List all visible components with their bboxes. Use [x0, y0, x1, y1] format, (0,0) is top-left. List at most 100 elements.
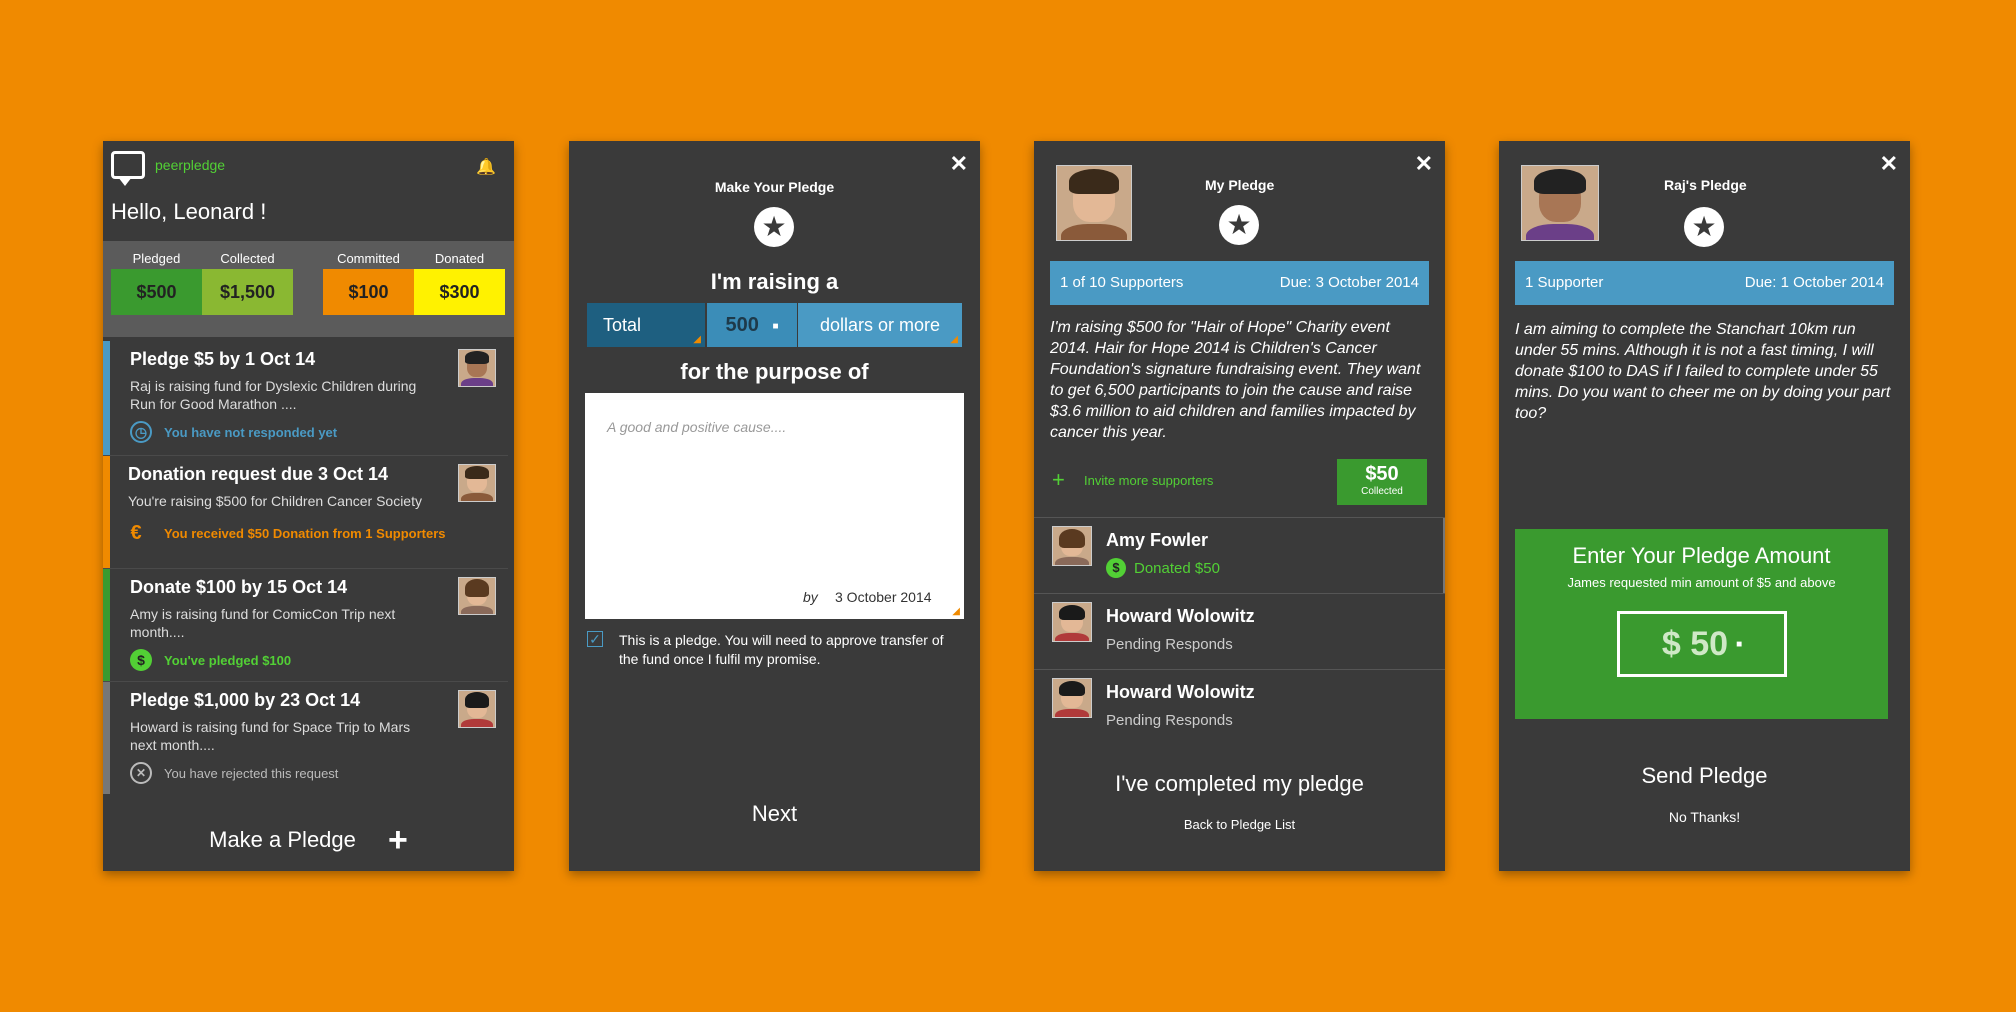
scrollbar[interactable] — [1443, 518, 1445, 594]
star-icon: ★ — [1684, 207, 1724, 247]
card-description: Amy is raising fund for ComicCon Trip ne… — [130, 606, 396, 640]
supporter-name: Howard Wolowitz — [1106, 682, 1255, 702]
greeting: Hello, Leonard ! — [111, 199, 267, 224]
add-icon[interactable]: + — [1052, 467, 1065, 493]
howard-avatar — [458, 690, 496, 728]
card-status: You have not responded yet — [164, 425, 338, 440]
stat-committed[interactable]: $100 — [323, 269, 414, 315]
send-pledge-button[interactable]: Send Pledge — [1499, 763, 1910, 789]
leonard-avatar — [458, 464, 496, 502]
chat-logo-icon — [111, 151, 145, 186]
dropdown-corner-icon: ◢ — [950, 334, 958, 345]
donate-card[interactable]: Donate $100 by 15 Oct 14 Amy is raising … — [103, 569, 508, 682]
min-amount-note: James requested min amount of $5 and abo… — [1567, 575, 1836, 590]
type-select[interactable]: Total ◢ — [587, 303, 705, 347]
raj-photo — [1521, 165, 1599, 241]
invite-link[interactable]: Invite more supporters — [1084, 473, 1213, 488]
screen-title: Raj's Pledge — [1664, 177, 1747, 193]
card-accent — [103, 456, 110, 568]
supporters-count: 1 of 10 Supporters — [1060, 274, 1184, 291]
enter-amount-title: Enter Your Pledge Amount — [1572, 543, 1831, 568]
raj-pledge-screen: ✕ Raj's Pledge ★ 1 Supporter Due: 1 Octo… — [1499, 141, 1910, 871]
purpose-textarea[interactable]: A good and positive cause.... by 3 Octob… — [585, 393, 964, 619]
amount-input[interactable]: 500 ■ — [707, 303, 797, 347]
supporter-status: Pending Responds — [1106, 636, 1233, 653]
bell-icon[interactable]: 🔔 — [476, 157, 496, 177]
card-title: Pledge $5 by 1 Oct 14 — [130, 349, 316, 369]
purpose-heading: for the purpose of — [680, 359, 869, 384]
close-icon[interactable]: ✕ — [1880, 151, 1898, 177]
pledge-amount-panel: Enter Your Pledge Amount James requested… — [1515, 529, 1888, 719]
supporter-status: Pending Responds — [1106, 712, 1233, 729]
completed-pledge-button[interactable]: I've completed my pledge — [1034, 771, 1445, 797]
plus-icon: + — [388, 821, 408, 859]
card-accent — [103, 569, 110, 681]
pledge-description: I'm raising $500 for "Hair of Hope" Char… — [1050, 319, 1421, 441]
my-pledge-screen: ✕ My Pledge ★ 1 of 10 Supporters Due: 3 … — [1034, 141, 1445, 871]
stat-donated[interactable]: $300 — [414, 269, 505, 315]
clock-icon: ◷ — [130, 421, 152, 443]
raising-heading: I'm raising a — [710, 269, 839, 294]
amount-value: 500 — [725, 314, 759, 336]
dropdown-corner-icon: ◢ — [952, 606, 960, 617]
supporter-row[interactable]: Howard Wolowitz Pending Responds — [1034, 593, 1445, 670]
supporter-row[interactable]: Amy Fowler $ Donated $50 — [1034, 517, 1445, 594]
pledge-amount-input[interactable]: $ 50 ■ — [1617, 611, 1787, 677]
stats-panel: Pledged Collected Committed Donated $500… — [103, 241, 514, 337]
donation-request-card[interactable]: Donation request due 3 Oct 14 You're rai… — [103, 456, 508, 569]
reject-icon: ✕ — [130, 762, 152, 784]
card-description: Raj is raising fund for Dyslexic Childre… — [130, 378, 417, 412]
collected-amount: $50 — [1365, 463, 1399, 485]
supporters-count: 1 Supporter — [1525, 274, 1604, 291]
card-description: Howard is raising fund for Space Trip to… — [130, 719, 411, 753]
screen-title: Make Your Pledge — [714, 179, 835, 195]
by-label: by — [803, 589, 818, 605]
close-icon[interactable]: ✕ — [950, 151, 968, 177]
stat-pledged[interactable]: $500 — [111, 269, 202, 315]
amy-avatar — [1052, 526, 1092, 566]
dropdown-corner-icon: ◢ — [693, 334, 701, 345]
pledge-card[interactable]: Pledge $1,000 by 23 Oct 14 Howard is rai… — [103, 682, 508, 794]
stat-label-donated: Donated — [434, 251, 485, 266]
date-select[interactable]: 3 October 2014 — [835, 589, 932, 605]
stat-collected[interactable]: $1,500 — [202, 269, 293, 315]
card-status: You've pledged $100 — [164, 653, 292, 668]
due-date: Due: 3 October 2014 — [1279, 274, 1419, 291]
next-button[interactable]: Next — [569, 801, 980, 827]
purpose-placeholder: A good and positive cause.... — [607, 419, 787, 435]
supporter-row[interactable]: Howard Wolowitz Pending Responds — [1034, 669, 1445, 746]
make-pledge-screen: ✕ Make Your Pledge ★ I'm raising a Total… — [569, 141, 980, 871]
back-to-list-link[interactable]: Back to Pledge List — [1034, 817, 1445, 832]
card-title: Donation request due 3 Oct 14 — [128, 464, 389, 484]
app-name: peerpledge — [155, 157, 226, 173]
star-icon: ★ — [1219, 205, 1259, 245]
supporter-name: Howard Wolowitz — [1106, 606, 1255, 626]
make-pledge-label: Make a Pledge — [209, 827, 356, 852]
dollar-icon: $ — [130, 649, 152, 671]
star-icon: ★ — [754, 207, 794, 247]
pledge-description: I am aiming to complete the Stanchart 10… — [1515, 321, 1891, 422]
pledge-card[interactable]: Pledge $5 by 1 Oct 14 Raj is raising fun… — [103, 341, 508, 456]
collected-label: Collected — [1361, 486, 1403, 497]
stat-label-pledged: Pledged — [132, 251, 181, 266]
no-thanks-link[interactable]: No Thanks! — [1499, 809, 1910, 825]
pledge-list-screen: peerpledge 🔔 Hello, Leonard ! Pledged Co… — [103, 141, 514, 871]
date-value: 3 October 2014 — [835, 589, 932, 605]
howard-avatar — [1052, 678, 1092, 718]
howard-avatar — [1052, 602, 1092, 642]
amy-avatar — [458, 577, 496, 615]
cursor-icon: ■ — [1736, 639, 1743, 650]
pledge-info-bar: 1 of 10 Supporters Due: 3 October 2014 — [1050, 261, 1429, 305]
card-title: Pledge $1,000 by 23 Oct 14 — [130, 690, 361, 710]
unit-select-value: dollars or more — [820, 315, 941, 335]
card-description: You're raising $500 for Children Cancer … — [128, 493, 422, 509]
stat-label-collected: Collected — [220, 251, 275, 266]
make-pledge-button[interactable]: Make a Pledge + — [103, 821, 514, 860]
card-accent — [103, 682, 110, 794]
card-accent — [103, 341, 110, 455]
unit-select[interactable]: dollars or more ◢ — [798, 303, 962, 347]
close-icon[interactable]: ✕ — [1415, 151, 1433, 177]
agreement-checkbox[interactable]: ✓ — [587, 631, 603, 647]
card-status: You received $50 Donation from 1 Support… — [164, 526, 446, 541]
pledge-info-bar: 1 Supporter Due: 1 October 2014 — [1515, 261, 1894, 305]
